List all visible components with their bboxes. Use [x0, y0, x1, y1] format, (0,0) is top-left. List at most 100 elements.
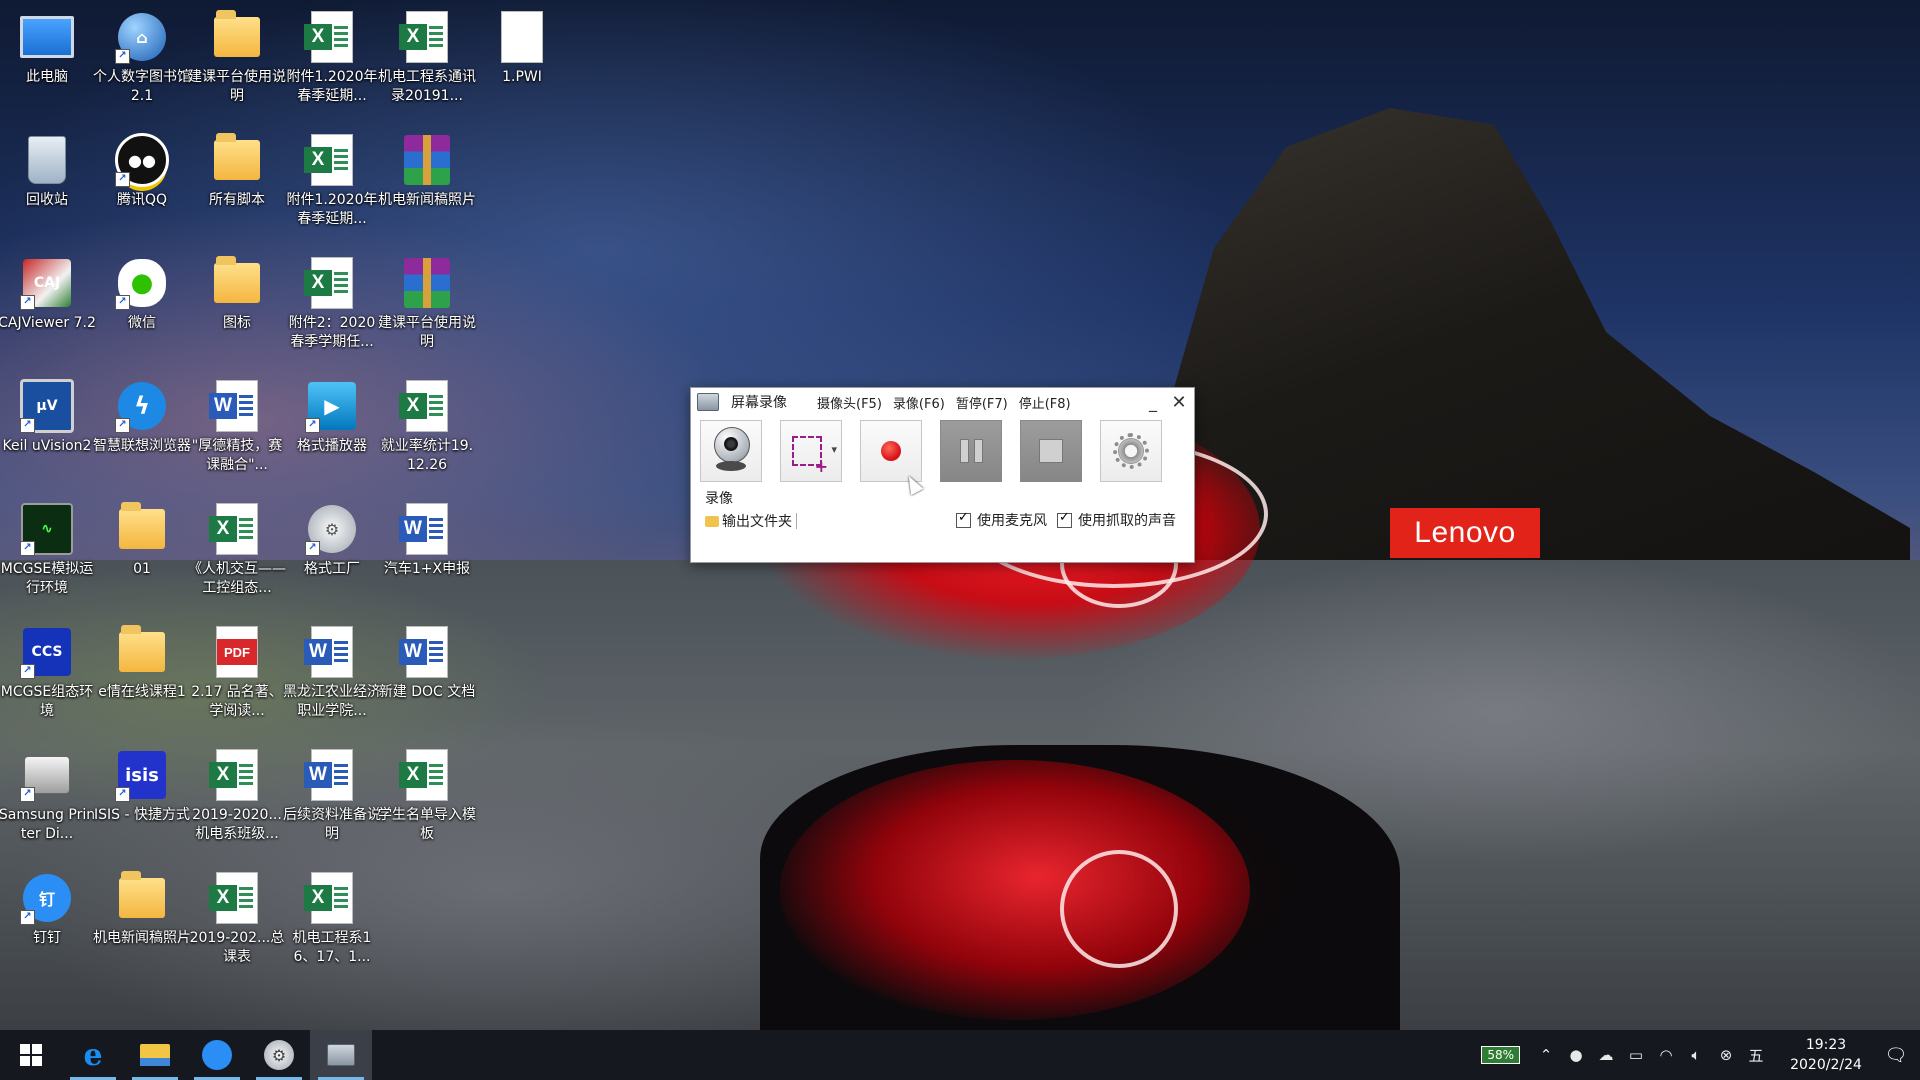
taskbar-edge[interactable]: e [62, 1030, 124, 1080]
rar-archive-icon [400, 256, 454, 310]
desktop-icon-wechat[interactable]: ● ↗ 微信 [95, 246, 189, 364]
menu-webcam[interactable]: 摄像头(F5) [817, 393, 882, 412]
video-player-icon: ▶ ↗ [305, 379, 359, 433]
minimize-button[interactable]: _ [1142, 391, 1164, 413]
recorder-titlebar[interactable]: 屏幕录像 摄像头(F5) 录像(F6) 暂停(F7) 停止(F8) _ ✕ [691, 388, 1194, 416]
desktop-icon-timetable-excel[interactable]: X 2019-202...总课表 [190, 861, 284, 979]
desktop-icon-format-factory[interactable]: ⚙ ↗ 格式工厂 [285, 492, 379, 610]
desktop-icon-heilongjiang-word[interactable]: W 黑龙江农业经济职业学院... [283, 615, 381, 733]
desktop-icon-online-course[interactable]: e情在线课程1 [95, 615, 189, 733]
dingtalk-icon [202, 1040, 232, 1070]
recorder-toolbar [691, 416, 1194, 482]
excel-file-icon: X [209, 748, 264, 802]
desktop-icon-samsung-printer[interactable]: ↗ Samsung Printer Di... [0, 738, 95, 856]
printer-icon: ↗ [20, 748, 74, 802]
cajviewer-icon: CAJ ↗ [20, 256, 74, 310]
desktop-icon-recycle-bin[interactable]: 回收站 [0, 123, 94, 241]
desktop-icon-course-platform-folder[interactable]: 建课平台使用说明 [188, 0, 286, 118]
capture-audio-checkbox[interactable] [1057, 510, 1072, 528]
desktop-icon-reading-pdf[interactable]: PDF 2.17 品名著、学阅读... [190, 615, 284, 733]
cloud-icon[interactable]: ☁ [1594, 1046, 1618, 1064]
desktop-icon-mcgse-sim[interactable]: ∿ ↗ MCGSE模拟运行环境 [0, 492, 94, 610]
desktop-icon-news-photos-folder[interactable]: 机电新闻稿照片 [93, 861, 191, 979]
close-button[interactable]: ✕ [1168, 391, 1190, 413]
use-mic-checkbox[interactable] [956, 510, 971, 528]
battery-indicator[interactable]: 58% [1481, 1046, 1520, 1064]
desktop-icon-keil[interactable]: μV ↗ Keil uVision2 [0, 369, 94, 487]
desktop-icon-dept-excel[interactable]: X 机电工程系16、17、1... [285, 861, 379, 979]
desktop-icon-isis[interactable]: isis ↗ ISIS - 快捷方式 [94, 738, 190, 856]
chevron-up-icon[interactable]: ⌃ [1534, 1046, 1558, 1064]
word-file-icon: W [209, 379, 264, 433]
webcam-button[interactable] [700, 420, 762, 482]
taskbar-screen-recorder[interactable] [310, 1030, 372, 1080]
taskbar-dingtalk[interactable] [186, 1030, 248, 1080]
desktop-icon-followup-word[interactable]: W 后续资料准备说明 [283, 738, 381, 856]
volume-icon[interactable]: 🔈︎ [1684, 1046, 1708, 1064]
excel-file-icon: X [209, 871, 264, 925]
region-select-button[interactable] [780, 420, 842, 482]
lenovo-logo: Lenovo [1390, 508, 1540, 558]
clock-date: 2020/2/24 [1790, 1057, 1862, 1073]
desktop-icon-mcgse-config[interactable]: CCS ↗ MCGSE组态环境 [0, 615, 94, 733]
desktop-icon-icons-folder[interactable]: 图标 [190, 246, 284, 364]
capture-audio-label: 使用抓取的声音 [1078, 513, 1176, 529]
taskbar: e ⚙ 58% ⌃ ● ☁ ▭ ◠ 🔈︎ ⊗ 五 19:23 2020/2/24… [0, 1030, 1920, 1080]
folder-icon [115, 625, 169, 679]
desktop-icon-hmi-excel[interactable]: X 《人机交互——工控组态... [188, 492, 286, 610]
pause-button[interactable] [940, 420, 1002, 482]
ime-indicator[interactable]: 五 [1744, 1045, 1768, 1066]
mcgs-config-icon: CCS ↗ [20, 625, 74, 679]
desktop-icon-auto-1x-word[interactable]: W 汽车1+X申报 [380, 492, 474, 610]
desktop-icon-attachment1-a[interactable]: X 附件1.2020年春季延期... [285, 0, 379, 118]
desktop-icon-this-pc[interactable]: 此电脑 [0, 0, 94, 118]
excel-file-icon: X [304, 10, 359, 64]
network-error-icon[interactable]: ⊗ [1714, 1046, 1738, 1064]
menu-pause[interactable]: 暂停(F7) [956, 393, 1008, 412]
taskbar-format-factory[interactable]: ⚙ [248, 1030, 310, 1080]
desktop-icon-cajviewer[interactable]: CAJ ↗ CAJViewer 7.2 [0, 246, 96, 364]
start-button[interactable] [0, 1030, 62, 1080]
desktop-icon-pwi-file[interactable]: 1.PWI [475, 0, 569, 118]
qq-icon: ●● ↗ [115, 133, 169, 187]
desktop-icon-course-platform-rar[interactable]: 建课平台使用说明 [378, 246, 476, 364]
desktop-icon-all-scripts[interactable]: 所有脚本 [190, 123, 284, 241]
settings-button[interactable] [1100, 420, 1162, 482]
output-folder-link[interactable]: 输出文件夹 [705, 511, 797, 531]
qq-tray-icon[interactable]: ● [1564, 1046, 1588, 1064]
desktop-icon-lenovo-browser[interactable]: ϟ ↗ 智慧联想浏览器 [93, 369, 191, 487]
computer-icon [20, 10, 74, 64]
wifi-icon[interactable]: ◠ [1654, 1046, 1678, 1064]
menu-stop[interactable]: 停止(F8) [1019, 393, 1071, 412]
desktop-icon-contacts-excel[interactable]: X 机电工程系通讯录20191... [378, 0, 476, 118]
clock-time: 19:23 [1805, 1037, 1847, 1053]
desktop-icon-student-list-template[interactable]: X 学生名单导入模板 [378, 738, 476, 856]
dingtalk-icon: 钉 ↗ [20, 871, 74, 925]
window-title: 屏幕录像 [731, 395, 787, 411]
excel-file-icon: X [209, 502, 264, 556]
desktop-icon-format-player[interactable]: ▶ ↗ 格式播放器 [285, 369, 379, 487]
desktop-icon-new-doc[interactable]: W 新建 DOC 文档 [379, 615, 475, 733]
desktop-icon-news-photos-rar[interactable]: 机电新闻稿照片 [378, 123, 476, 241]
taskbar-file-explorer[interactable] [124, 1030, 186, 1080]
notification-icon[interactable]: 🗨︎ [1872, 1045, 1920, 1066]
menu-record[interactable]: 录像(F6) [893, 393, 945, 412]
battery-icon[interactable]: ▭ [1624, 1046, 1648, 1064]
desktop-icon-employment-excel[interactable]: X 就业率统计19.12.26 [380, 369, 474, 487]
folder-icon [210, 256, 264, 310]
wechat-icon: ● ↗ [115, 256, 169, 310]
desktop-icon-attachment1-b[interactable]: X 附件1.2020年春季延期... [285, 123, 379, 241]
webcam-icon [710, 427, 752, 475]
folder-icon [705, 515, 719, 527]
desktop-icon-folder-01[interactable]: 01 [95, 492, 189, 610]
stop-button[interactable] [1020, 420, 1082, 482]
desktop-icon-word-competition[interactable]: W "厚德精技，赛课融合"... [190, 369, 284, 487]
desktop-icon-class-list-excel[interactable]: X 2019-2020...机电系班级... [190, 738, 284, 856]
desktop-icon-dingtalk[interactable]: 钉 ↗ 钉钉 [0, 861, 94, 979]
desktop-icon-digital-library[interactable]: ⌂ ↗ 个人数字图书馆2.1 [93, 0, 191, 118]
blank-file-icon [495, 10, 549, 64]
desktop-icon-qq[interactable]: ●● ↗ 腾讯QQ [95, 123, 189, 241]
word-file-icon: W [399, 625, 454, 679]
clock[interactable]: 19:23 2020/2/24 [1780, 1035, 1872, 1075]
desktop-icon-attachment2[interactable]: X 附件2：2020春季学期任... [285, 246, 379, 364]
